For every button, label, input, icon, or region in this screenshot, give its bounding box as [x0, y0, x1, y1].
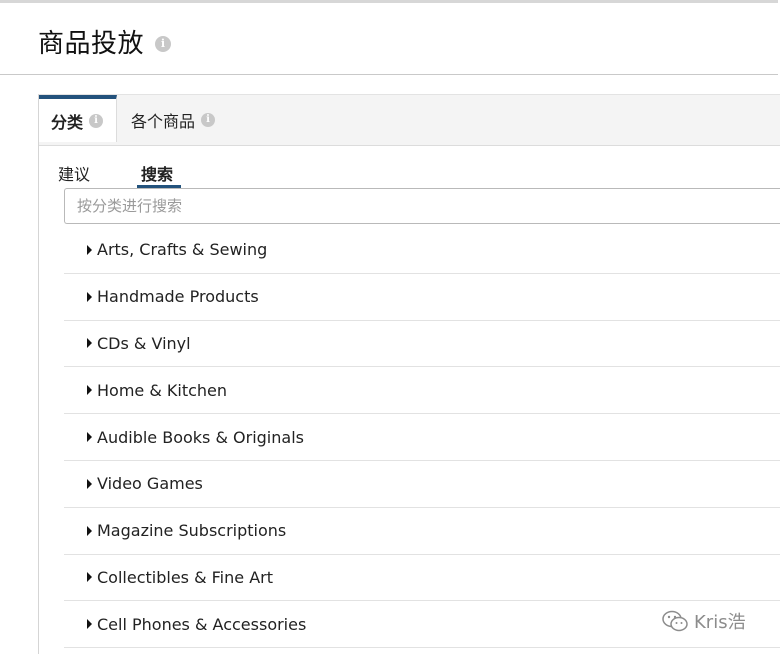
category-search-input[interactable]	[64, 188, 780, 224]
subtab-bar: 建议 搜索	[39, 145, 780, 188]
page-header: 商品投放 i	[0, 3, 778, 75]
caret-right-icon[interactable]	[87, 572, 92, 583]
category-label: Audible Books & Originals	[97, 427, 304, 447]
list-item[interactable]: Handmade Products	[64, 274, 780, 321]
info-icon[interactable]: i	[201, 113, 216, 127]
caret-right-icon[interactable]	[87, 432, 92, 443]
category-label: Arts, Crafts & Sewing	[97, 240, 268, 260]
caret-right-icon[interactable]	[87, 525, 92, 536]
info-icon[interactable]: i	[155, 36, 171, 52]
tab-bar: 分类 i 各个商品 i	[39, 95, 780, 146]
info-icon[interactable]: i	[89, 113, 104, 128]
subtab-suggested[interactable]: 建议	[58, 161, 90, 185]
category-list: Arts, Crafts & Sewing Handmade Products …	[64, 227, 780, 649]
category-label: Home & Kitchen	[97, 380, 228, 400]
list-item[interactable]: Audible Books & Originals	[64, 414, 780, 461]
tab-category-label: 分类	[51, 112, 84, 132]
category-label: Handmade Products	[97, 287, 259, 307]
caret-right-icon[interactable]	[87, 291, 92, 302]
category-label: CDs & Vinyl	[97, 333, 191, 353]
page-title: 商品投放	[38, 29, 145, 59]
caret-right-icon[interactable]	[87, 619, 92, 630]
caret-right-icon[interactable]	[87, 385, 92, 396]
subtab-search[interactable]: 搜索	[141, 161, 173, 185]
list-item[interactable]: Arts, Crafts & Sewing	[64, 227, 780, 274]
targeting-panel: 分类 i 各个商品 i 建议 搜索 Arts, Crafts & Sewing …	[38, 94, 780, 654]
caret-right-icon[interactable]	[87, 338, 92, 349]
watermark-text: Kris浩	[694, 612, 746, 633]
category-label: Cell Phones & Accessories	[97, 614, 307, 634]
wechat-icon	[662, 610, 688, 632]
list-item[interactable]: Video Games	[64, 461, 780, 508]
category-label: Collectibles & Fine Art	[97, 567, 273, 587]
caret-right-icon[interactable]	[87, 244, 92, 255]
list-item[interactable]: Magazine Subscriptions	[64, 508, 780, 555]
category-label: Magazine Subscriptions	[97, 521, 287, 541]
list-item[interactable]: Home & Kitchen	[64, 367, 780, 415]
category-label: Video Games	[97, 474, 203, 494]
watermark: Kris浩	[662, 608, 746, 634]
tab-individual-products-label: 各个商品	[131, 112, 196, 131]
list-item[interactable]: Collectibles & Fine Art	[64, 555, 780, 602]
caret-right-icon[interactable]	[87, 478, 92, 489]
tab-individual-products[interactable]: 各个商品 i	[131, 95, 216, 145]
list-item[interactable]: CDs & Vinyl	[64, 321, 780, 368]
tab-category[interactable]: 分类 i	[39, 95, 117, 142]
